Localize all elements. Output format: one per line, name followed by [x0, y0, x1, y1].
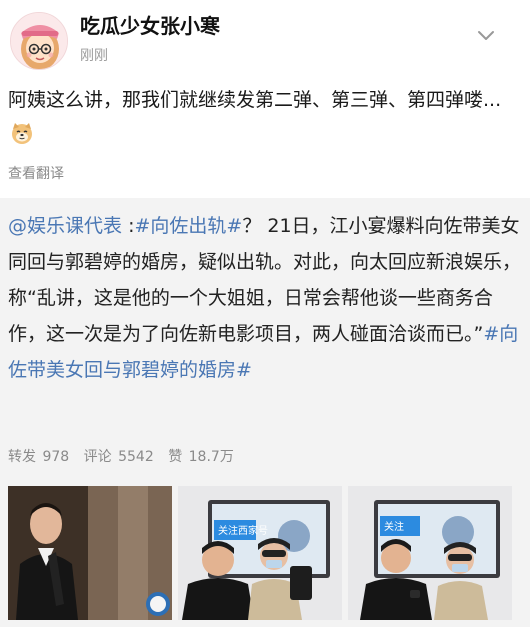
image-thumbnail-3[interactable]: 关注 [348, 486, 512, 620]
photo-man-in-suit [8, 486, 172, 620]
post-text: 阿姨这么讲，那我们就继续发第二弹、第三弹、第四弹喽... [8, 83, 523, 157]
sign-text: 关注西家号 [218, 524, 268, 537]
mention-link[interactable]: @娱乐课代表 [8, 215, 122, 237]
post-time: 刚刚 [80, 48, 108, 64]
chevron-down-icon[interactable] [476, 28, 496, 44]
post-text-content: 阿姨这么讲，那我们就继续发第二弹、第三弹、第四弹喽... [8, 89, 502, 111]
avatar-cartoon-girl-icon [11, 13, 67, 69]
sign-text-2: 关注 [384, 520, 404, 533]
image-thumbnail-2[interactable]: 关注西家号 [178, 486, 342, 620]
translate-link[interactable]: 查看翻译 [8, 163, 64, 183]
photo-two-men-with-sign: 关注西家号 [178, 486, 342, 620]
post-header: 吃瓜少女张小寒 刚刚 [0, 0, 530, 72]
repost-stats: 转发 978 评论 5542 赞 18.7万 [8, 446, 242, 466]
repost-count[interactable]: 转发 978 [8, 449, 69, 465]
avatar[interactable] [10, 12, 68, 70]
hashtag-link[interactable]: #向佐出轨# [134, 215, 242, 237]
doge-emoji-icon [10, 121, 34, 157]
like-count[interactable]: 赞 18.7万 [168, 449, 234, 465]
comment-count[interactable]: 评论 5542 [84, 449, 154, 465]
repost-card[interactable]: @娱乐课代表 :#向佐出轨#？ 21日，江小宴爆料向佐带美女同回与郭碧婷的婚房，… [0, 198, 530, 627]
image-thumbnail-1[interactable] [8, 486, 172, 620]
repost-text: @娱乐课代表 :#向佐出轨#？ 21日，江小宴爆料向佐带美女同回与郭碧婷的婚房，… [8, 208, 523, 388]
photo-two-men-sitting: 关注 [348, 486, 512, 620]
user-name[interactable]: 吃瓜少女张小寒 [80, 10, 220, 39]
